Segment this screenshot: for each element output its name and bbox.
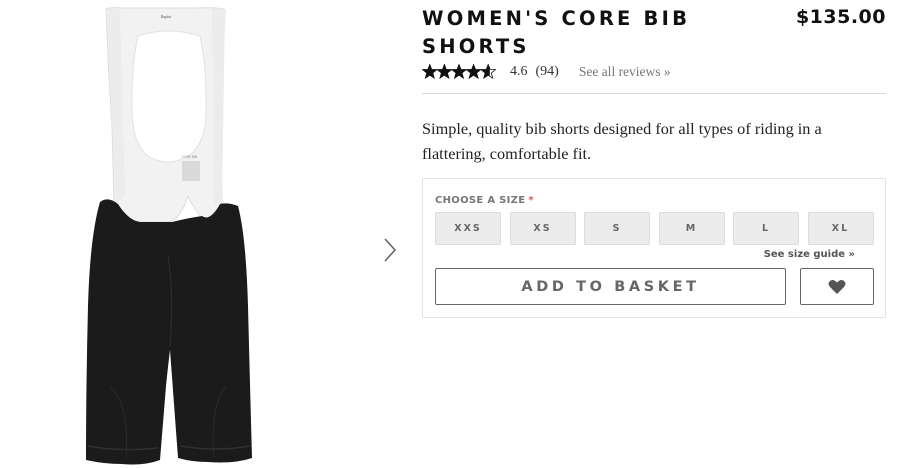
star-fill <box>466 64 481 79</box>
svg-text:CORE BIB: CORE BIB <box>182 155 197 159</box>
required-mark: * <box>528 195 534 206</box>
size-button-xs[interactable]: XS <box>509 212 576 245</box>
divider <box>422 93 886 94</box>
size-guide-link[interactable]: See size guide » <box>764 249 855 260</box>
product-price: $135.00 <box>795 6 886 28</box>
heart-icon <box>828 279 846 294</box>
rating-stars-icon <box>422 64 496 80</box>
size-button-m[interactable]: M <box>658 212 725 245</box>
rating-row: 4.6 (94) See all reviews » <box>422 62 671 82</box>
size-buttons: XXS XS S M L XL <box>435 212 874 245</box>
size-label-text: CHOOSE A SIZE <box>435 195 526 206</box>
size-button-s[interactable]: S <box>584 212 650 245</box>
size-button-l[interactable]: L <box>733 212 799 245</box>
next-image-button[interactable] <box>378 234 402 266</box>
product-title: WOMEN'S CORE BIB SHORTS <box>422 7 691 58</box>
star-fill <box>437 64 452 79</box>
chevron-right-icon <box>384 238 397 262</box>
size-button-xl[interactable]: XL <box>807 212 874 245</box>
add-to-basket-button[interactable]: ADD TO BASKET <box>435 268 786 305</box>
wishlist-button[interactable] <box>800 268 874 305</box>
size-selector: CHOOSE A SIZE * XXS XS S M L XL See size … <box>422 178 886 318</box>
svg-text:Rapha: Rapha <box>160 14 171 19</box>
size-button-xxs[interactable]: XXS <box>435 212 501 245</box>
star-rating <box>422 64 496 80</box>
product-image: Rapha CORE BIB <box>70 6 270 468</box>
see-all-reviews-link[interactable]: See all reviews » <box>579 64 671 80</box>
size-label: CHOOSE A SIZE * <box>435 195 534 206</box>
star-fill <box>422 64 438 79</box>
rating-value: 4.6 <box>510 64 528 79</box>
product-description: Simple, quality bib shorts designed for … <box>422 119 822 163</box>
star-fill <box>451 64 467 79</box>
product-page: Rapha CORE BIB WOMEN'S CORE BIB SHORTS $… <box>0 0 901 468</box>
review-count: (94) <box>535 64 559 79</box>
